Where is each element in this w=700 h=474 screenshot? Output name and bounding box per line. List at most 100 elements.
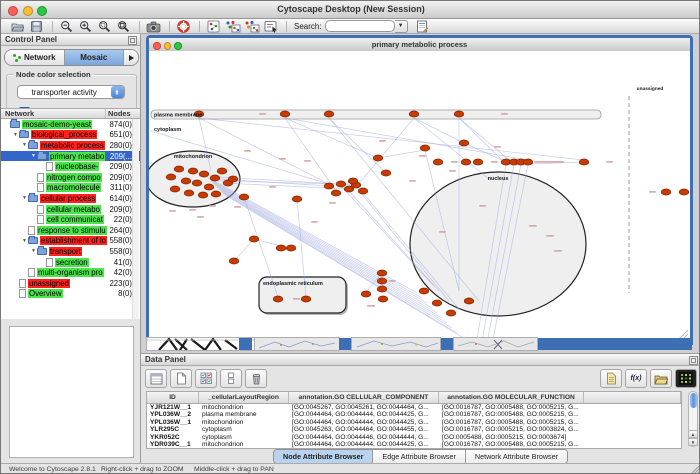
- tree-row[interactable]: ▼metabolic process280(0): [1, 140, 140, 151]
- snapshot-icon[interactable]: [145, 19, 162, 33]
- tab-network[interactable]: Network: [5, 50, 65, 65]
- new-attribute-icon[interactable]: [170, 369, 192, 388]
- tree-expand-icon[interactable]: ▼: [12, 132, 19, 138]
- table-cell[interactable]: [GO:0005488, GO:0005215, GO:0003674]: [439, 434, 584, 441]
- network-node[interactable]: [188, 168, 198, 174]
- table-cell[interactable]: YDR039C__1: [147, 441, 199, 448]
- network-node[interactable]: [280, 111, 290, 117]
- network-node[interactable]: [273, 296, 283, 302]
- tree-row-label[interactable]: macromolecule: [46, 183, 101, 192]
- table-row[interactable]: YJR121W__1mitochondrion[GO:0045267, GO:0…: [147, 404, 681, 411]
- network-node[interactable]: [249, 236, 259, 242]
- table-cell[interactable]: [GO:0044464, GO:0044446, GO:0044444, G..…: [289, 434, 439, 441]
- tree-row[interactable]: secretion41(0): [1, 257, 140, 268]
- network-node[interactable]: [198, 192, 208, 198]
- table-cell[interactable]: [GO:0016787, GO:0005215, GO:0003824, G..…: [439, 426, 584, 433]
- zoom-in-icon[interactable]: [77, 19, 94, 33]
- network-node[interactable]: [409, 111, 419, 117]
- table-cell[interactable]: mitochondrion: [199, 419, 289, 426]
- table-cell[interactable]: [584, 404, 681, 411]
- tree-row[interactable]: ▼establishment of lo558(0): [1, 236, 140, 247]
- tab-network-attribute-browser[interactable]: Network Attribute Browser: [466, 450, 567, 463]
- table-row[interactable]: YPL036W__2plasma membrane[GO:0044464, GO…: [147, 411, 681, 418]
- network-node[interactable]: [217, 168, 227, 174]
- tree-row-label[interactable]: cellular metabo: [46, 205, 101, 214]
- scroll-down-button[interactable]: ▼: [688, 438, 698, 446]
- region-plasma-membrane[interactable]: [151, 110, 601, 119]
- tree-row-label[interactable]: cell communicat: [46, 215, 104, 224]
- tree-header-nodes[interactable]: Nodes: [106, 109, 140, 118]
- background-window-edge[interactable]: [239, 338, 252, 350]
- network-node[interactable]: [324, 111, 334, 117]
- network-node[interactable]: [579, 159, 589, 165]
- table-row[interactable]: YKR052Ccytoplasm[GO:0044464, GO:0044446,…: [147, 434, 681, 441]
- table-row[interactable]: YPL036W__1mitochondrion[GO:0044464, GO:0…: [147, 419, 681, 426]
- tree-row-label[interactable]: transport: [49, 247, 82, 256]
- table-cell[interactable]: YKR052C: [147, 434, 199, 441]
- network-node[interactable]: [433, 159, 443, 165]
- table-cell[interactable]: [GO:0045263, GO:0044464, GO:0044455, G..…: [289, 426, 439, 433]
- network-node[interactable]: [420, 145, 430, 151]
- tree-row[interactable]: ▼cellular process614(0): [1, 193, 140, 204]
- delete-attribute-icon[interactable]: [245, 369, 267, 388]
- background-window-fragment[interactable]: [351, 337, 441, 351]
- background-window-edge[interactable]: [441, 338, 453, 350]
- zoom-selected-icon[interactable]: [96, 19, 113, 33]
- network-node[interactable]: [210, 175, 220, 181]
- help-icon[interactable]: [175, 19, 192, 33]
- open-attributes-icon[interactable]: [650, 369, 672, 388]
- table-cell[interactable]: [584, 434, 681, 441]
- network-node[interactable]: [661, 189, 671, 195]
- background-window-fragment[interactable]: [453, 337, 538, 351]
- table-cell[interactable]: [GO:0045267, GO:0045261, GO:0044464, G..…: [289, 404, 439, 411]
- tab-mosaic[interactable]: Mosaic: [65, 50, 125, 65]
- float-panel-icon[interactable]: [128, 36, 137, 45]
- table-cell[interactable]: [GO:0016787, GO:0005488, GO:0005215, G..…: [439, 411, 584, 418]
- network-node[interactable]: [192, 180, 202, 186]
- save-session-icon[interactable]: [28, 19, 45, 33]
- tree-row[interactable]: Overview8(0): [1, 289, 140, 300]
- table-cell[interactable]: [GO:0044464, GO:0044444, GO:0044425, G..…: [289, 419, 439, 426]
- zoom-fit-icon[interactable]: [115, 19, 132, 33]
- network-node[interactable]: [292, 196, 302, 202]
- network-node[interactable]: [211, 191, 221, 197]
- layout-icon-1[interactable]: [224, 19, 241, 33]
- column-header-region[interactable]: _cellularLayoutRegion: [199, 392, 289, 403]
- network-node[interactable]: [331, 190, 341, 196]
- region-nucleus[interactable]: [410, 172, 586, 316]
- column-header-component[interactable]: annotation.GO CELLULAR_COMPONENT: [289, 392, 439, 403]
- tab-overflow-arrow[interactable]: [124, 50, 138, 65]
- table-cell[interactable]: [GO:0016787, GO:0005488, GO:0005215, G..…: [439, 441, 584, 448]
- tree-row[interactable]: macromolecule311(0): [1, 183, 140, 194]
- network-node[interactable]: [361, 291, 371, 297]
- import-attributes-icon[interactable]: [600, 369, 622, 388]
- network-view-window[interactable]: primary metabolic process plasma membran…: [146, 35, 693, 345]
- tree-row-label[interactable]: response to stimulu: [37, 226, 107, 235]
- network-node[interactable]: [184, 190, 194, 196]
- function-builder-icon[interactable]: f(x): [625, 369, 647, 388]
- tree-row-label[interactable]: biological_process: [31, 130, 97, 139]
- tree-row[interactable]: nucleobase-209(0): [1, 161, 140, 172]
- tree-row-label[interactable]: primary metabo: [49, 152, 105, 161]
- background-window-fragment[interactable]: [254, 337, 340, 351]
- network-node[interactable]: [166, 174, 176, 180]
- table-cell[interactable]: YPL036W__2: [147, 411, 199, 418]
- tree-row[interactable]: ▼primary metabo209(...: [1, 151, 140, 162]
- resize-grip-icon[interactable]: [690, 464, 700, 474]
- network-node[interactable]: [381, 170, 391, 176]
- tree-row-label[interactable]: Overview: [28, 289, 63, 298]
- table-cell[interactable]: mitochondrion: [199, 404, 289, 411]
- tree-row-label[interactable]: nucleobase-: [55, 162, 99, 171]
- tree-expand-icon[interactable]: ▼: [30, 153, 37, 159]
- network-node[interactable]: [373, 155, 383, 161]
- network-canvas[interactable]: plasma membranecytoplasmmitochondrionnuc…: [149, 51, 690, 342]
- tab-node-attribute-browser[interactable]: Node Attribute Browser: [274, 450, 373, 463]
- attribute-browser-icon[interactable]: [414, 19, 431, 33]
- network-node[interactable]: [454, 111, 464, 117]
- network-node[interactable]: [170, 186, 180, 192]
- tree-row[interactable]: nitrogen compo209(0): [1, 172, 140, 183]
- network-node[interactable]: [461, 159, 471, 165]
- tree-row[interactable]: mosaic-demo-yeast874(0): [1, 119, 140, 130]
- tree-row[interactable]: unassigned223(0): [1, 278, 140, 289]
- network-overview-icon[interactable]: [205, 19, 222, 33]
